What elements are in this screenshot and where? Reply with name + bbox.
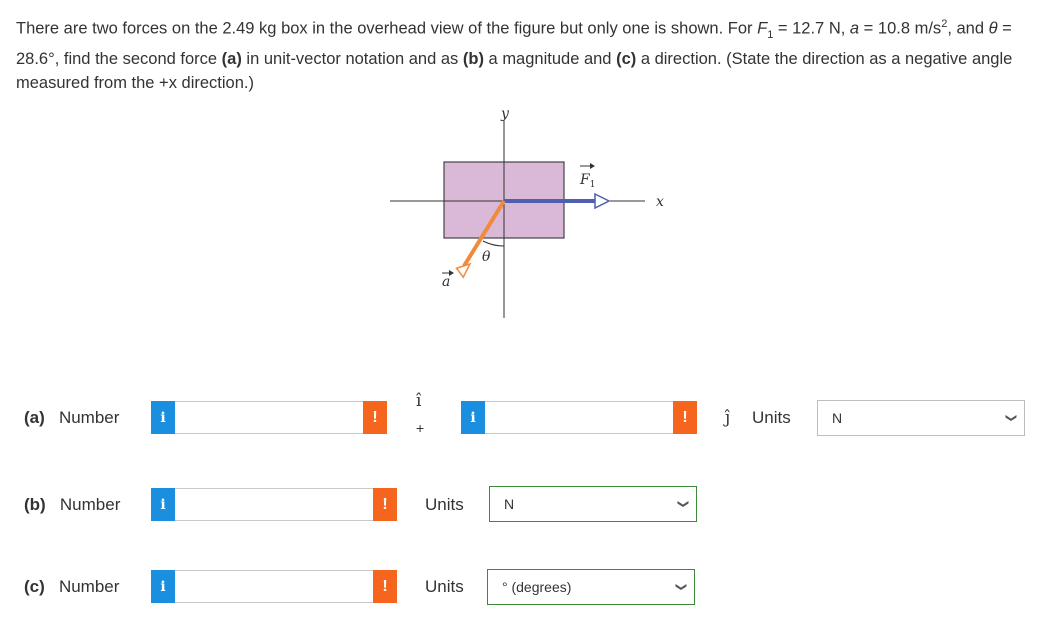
row-a-units-select[interactable]: N ❯	[817, 400, 1025, 436]
row-a-info-i-button[interactable]: i	[151, 401, 175, 434]
f1-arrow-head	[594, 192, 611, 210]
row-b-units-value: N	[504, 496, 515, 512]
row-c-warning-button[interactable]: !	[373, 570, 397, 603]
warning-icon: !	[372, 408, 378, 426]
row-a-info-j-button[interactable]: i	[461, 401, 485, 434]
row-b-info-button[interactable]: i	[151, 488, 175, 521]
row-c-input-wrapper	[175, 570, 375, 603]
row-a-j-warning-button[interactable]: !	[673, 401, 697, 434]
info-icon: i	[160, 578, 166, 595]
row-b-label: (b) Number	[24, 495, 121, 514]
row-c-units-label: Units	[425, 577, 464, 596]
plus-sign: +	[416, 420, 425, 436]
chevron-down-icon: ❯	[676, 499, 689, 509]
row-b-units-label: Units	[425, 495, 464, 514]
row-a-label: (a) Number	[24, 408, 120, 427]
info-icon: i	[160, 409, 166, 426]
x-label: x	[656, 194, 664, 210]
a-label: a	[442, 274, 450, 290]
a-vector-tip	[449, 270, 454, 276]
row-a-i-warning-button[interactable]: !	[363, 401, 387, 434]
row-a-j-input-wrapper	[485, 401, 675, 434]
row-c-units-value: ° (degrees)	[502, 579, 572, 595]
row-a-units-value: N	[832, 410, 843, 426]
row-c-label: (c) Number	[24, 577, 120, 596]
row-b-input-wrapper	[175, 488, 375, 521]
row-c-info-button[interactable]: i	[151, 570, 175, 603]
row-c-input[interactable]	[175, 571, 375, 602]
force-diagram: y x F1 θ a	[390, 106, 664, 318]
row-b-input[interactable]	[175, 489, 375, 520]
chevron-down-icon: ❯	[674, 582, 687, 592]
chevron-down-icon: ❯	[1004, 413, 1017, 423]
theta-arc	[482, 240, 505, 247]
row-a-i-input[interactable]	[175, 402, 365, 433]
f1-vector-tip	[590, 163, 595, 169]
warning-icon: !	[682, 408, 688, 426]
row-a-j-input[interactable]	[485, 402, 675, 433]
info-icon: i	[470, 409, 476, 426]
question-text: There are two forces on the 2.49 kg box …	[16, 18, 1013, 92]
warning-icon: !	[382, 495, 388, 513]
row-a-units-label: Units	[752, 408, 791, 427]
row-b-units-select[interactable]: N ❯	[489, 486, 697, 522]
row-b-warning-button[interactable]: !	[373, 488, 397, 521]
f1-label: F1	[579, 172, 595, 190]
warning-icon: !	[382, 577, 388, 595]
a-arrow-head	[455, 262, 472, 279]
info-icon: i	[160, 496, 166, 513]
theta-label: θ	[482, 249, 491, 265]
y-label: y	[500, 106, 510, 122]
i-hat-label: î	[416, 391, 422, 411]
row-c-units-select[interactable]: ° (degrees) ❯	[487, 569, 695, 605]
row-a-i-input-wrapper	[175, 401, 365, 434]
j-hat-label: ĵ	[725, 408, 731, 428]
